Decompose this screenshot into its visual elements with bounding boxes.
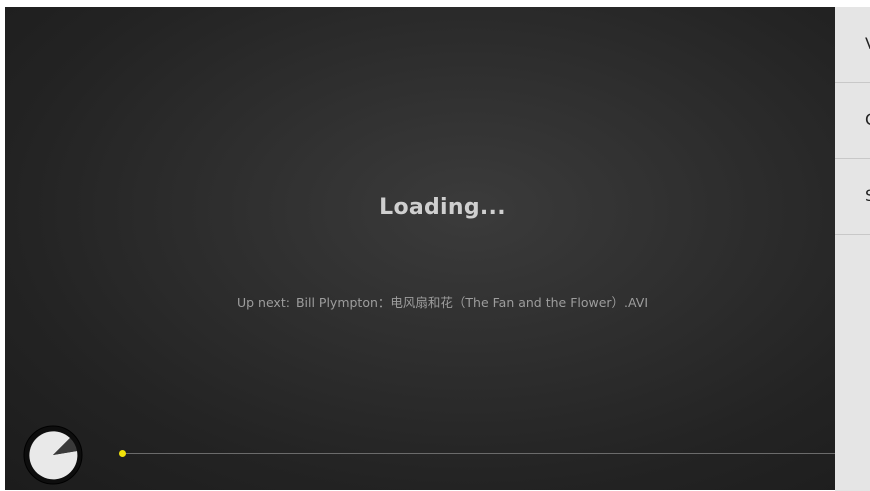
up-next-caption: Up next: Bill Plympton：电风扇和花（The Fan and … <box>5 292 835 311</box>
loading-dial-svg <box>23 425 83 485</box>
seek-bar-thumb[interactable] <box>119 450 126 457</box>
side-menu-item-2[interactable]: C <box>835 83 870 159</box>
video-player[interactable]: Loading... Up next: Bill Plympton：电风扇和花（T… <box>5 7 835 490</box>
side-menu-panel: V C S <box>835 7 870 491</box>
seek-bar-track[interactable] <box>123 453 835 454</box>
side-menu-item-label: C <box>865 110 870 129</box>
side-menu-item-3[interactable]: S <box>835 159 870 235</box>
app-frame: Loading... Up next: Bill Plympton：电风扇和花（T… <box>0 0 870 491</box>
loading-status: Loading... <box>379 195 506 220</box>
side-menu-item-label: V <box>865 34 870 53</box>
up-next-title: Bill Plympton：电风扇和花（The Fan and the Flow… <box>295 295 649 310</box>
up-next-label: Up next: <box>236 295 290 310</box>
loading-dial-icon <box>22 424 84 486</box>
side-menu-item-label: S <box>865 186 870 205</box>
side-menu-item-1[interactable]: V <box>835 7 870 83</box>
